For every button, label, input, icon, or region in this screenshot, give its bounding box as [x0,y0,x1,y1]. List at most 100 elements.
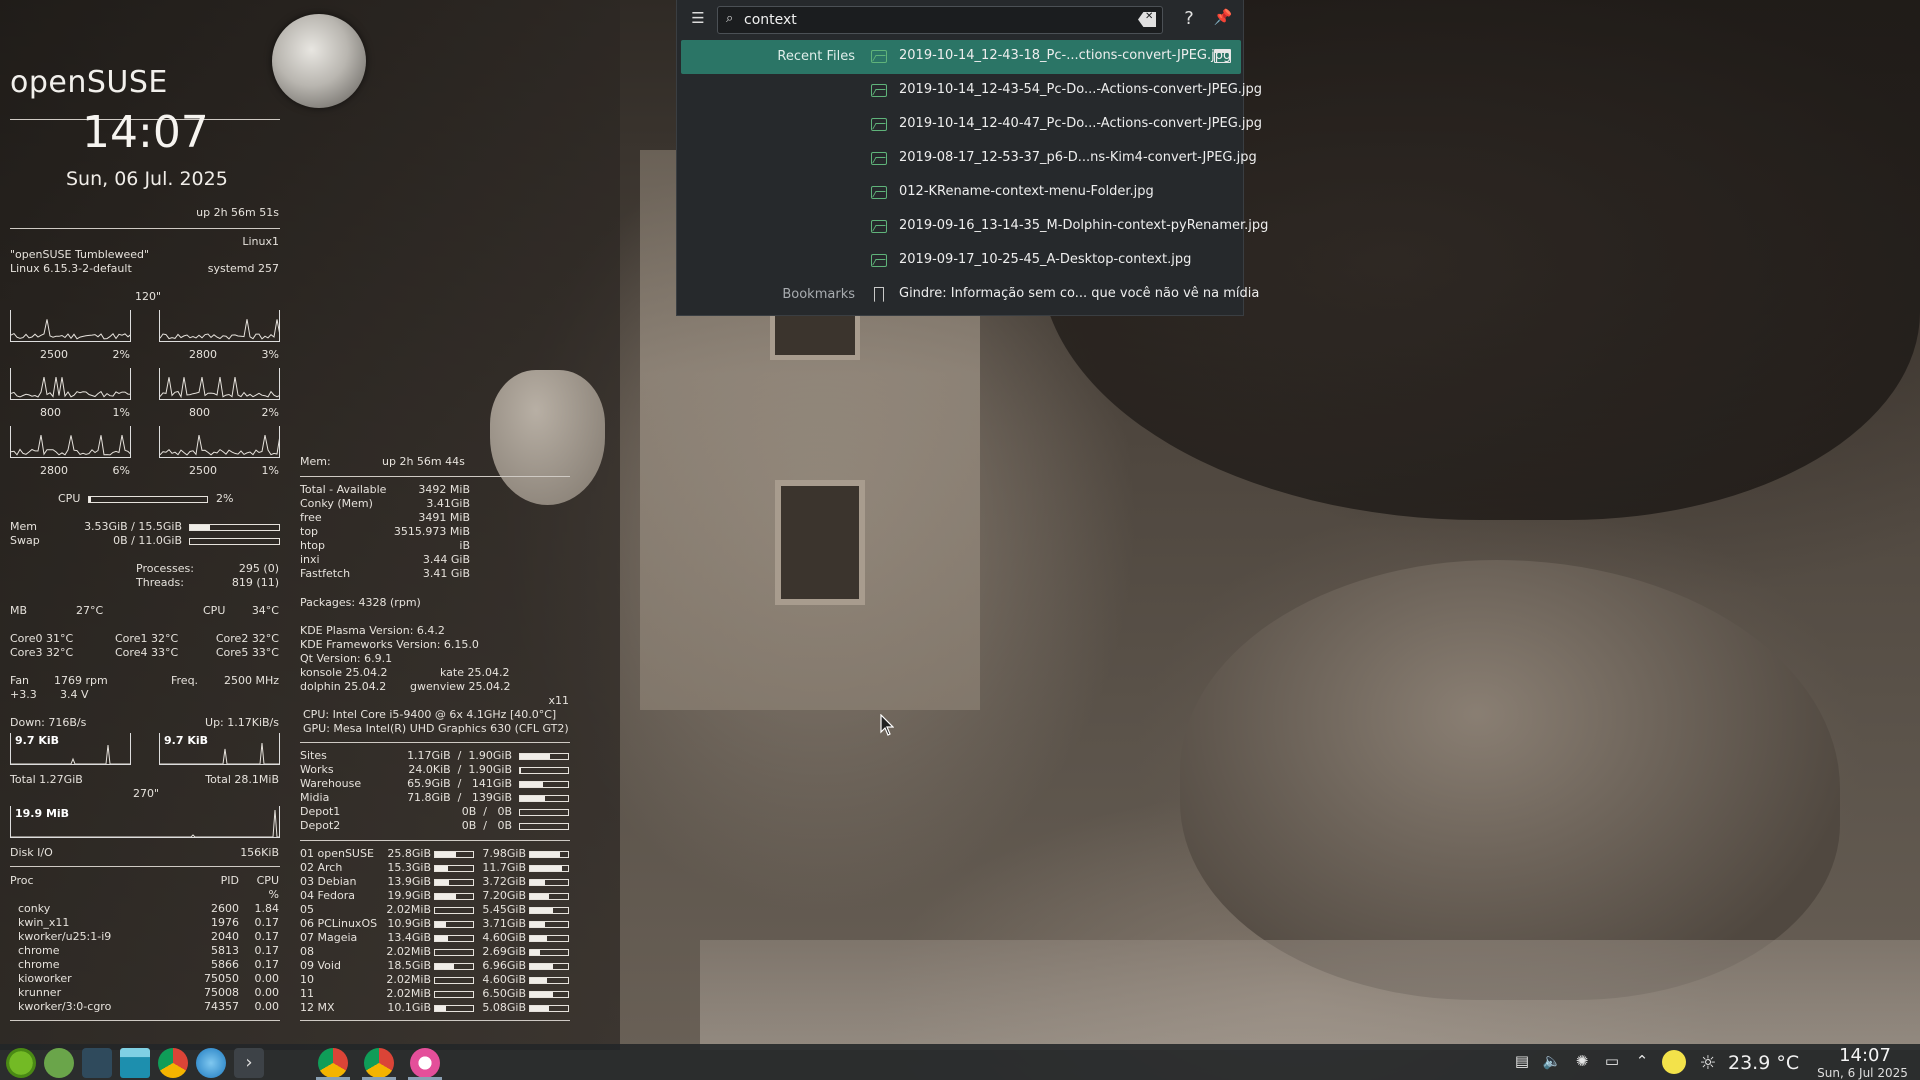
image-file-icon [871,220,887,233]
mount-name: Midia [300,791,330,804]
chrome-window-icon[interactable] [364,1048,394,1078]
mem-row-value: 3.41GiB [426,497,470,510]
partition-used-bar [434,1005,474,1012]
help-icon[interactable]: ? [1177,8,1201,32]
weather-temperature[interactable]: 23.9 °C [1728,1052,1799,1074]
partition-used-bar [434,963,474,970]
partition-free-bar [529,921,569,928]
search-input[interactable] [744,10,1124,30]
qt-version: Qt Version: 6.9.1 [300,652,393,665]
partition-free: 3.72GiB [482,875,526,888]
search-result-item[interactable]: 2019-10-14_12-43-54_Pc-Do...-Actions-con… [681,74,1262,108]
search-result-item[interactable]: 2019-10-14_12-40-47_Pc-Do...-Actions-con… [681,108,1262,142]
partition-name: 01 openSUSE [300,847,374,860]
partition-free-bar-fill [530,1006,549,1011]
partition-free-bar-fill [530,908,553,913]
mount-bar-fill [520,796,545,801]
terminal-icon[interactable]: › [234,1048,264,1078]
chrome-icon[interactable] [158,1048,188,1078]
mount-bar [519,781,569,788]
mount-usage: 0B / 0B [461,819,512,832]
clear-text-icon[interactable] [1138,12,1156,27]
search-result-item[interactable]: Bookmarks Gindre: Informação sem co... qu… [681,278,1259,312]
cpu-info: CPU: Intel Core i5-9400 @ 6x 4.1GHz [40.… [303,708,557,721]
result-category: Recent Files [777,49,855,64]
mount-bar [519,795,569,802]
settings-sliders-icon[interactable]: ☰ [687,9,709,31]
taskbar-clock-date[interactable]: Sun, 6 Jul 2025 [1805,1066,1920,1080]
mount-name: Depot1 [300,805,341,818]
result-category: Bookmarks [782,287,855,302]
partition-used-bar [434,949,474,956]
weather-sun-icon[interactable] [1662,1050,1686,1074]
search-result-item[interactable]: 2019-09-17_10-25-45_A-Desktop-context.jp… [681,244,1241,278]
wallpaper-window-lower [775,480,865,605]
partition-free-bar-fill [530,950,540,955]
partition-free-bar-fill [530,866,563,871]
conky-right-panel: Mem: up 2h 56m 44s Total - Available 3492… [0,0,580,1040]
result-text: 2019-09-17_10-25-45_A-Desktop-context.jp… [899,252,1192,267]
result-text: 2019-10-14_12-43-18_Pc-...ctions-convert… [899,48,1232,63]
partition-used-bar-fill [435,922,447,927]
network-icon[interactable]: ▭ [1602,1052,1622,1072]
pin-icon[interactable]: 📌 [1211,8,1235,32]
open-folder-icon[interactable] [1214,49,1231,63]
divider [300,476,570,477]
mem-header: Mem: [300,455,331,468]
home-folder-icon[interactable] [44,1048,74,1078]
search-result-item[interactable]: 012-KRename-context-menu-Folder.jpg [681,176,1241,210]
partition-used: 15.3GiB [387,861,431,874]
partition-free-bar [529,977,569,984]
partition-used: 2.02MiB [386,945,431,958]
partition-used-bar-fill [435,1006,447,1011]
mem-row-value: 3492 MiB [418,483,470,496]
search-result-item[interactable]: 2019-08-17_12-53-37_p6-D...ns-Kim4-conve… [681,142,1257,176]
partition-name: 10 [300,973,314,986]
partition-used-bar [434,921,474,928]
system-settings-icon[interactable] [82,1048,112,1078]
taskbar-clock-time[interactable]: 14:07 [1810,1045,1920,1066]
display-server: x11 [548,694,569,707]
browser-icon[interactable] [196,1048,226,1078]
mem-row-value: iB [459,539,470,552]
chevron-up-icon[interactable]: ⌃ [1632,1052,1652,1072]
divider [300,840,570,841]
wallpaper-water [700,940,1920,1050]
search-result-item[interactable]: 2019-09-16_13-14-35_M-Dolphin-context-py… [681,210,1268,244]
partition-used-bar-fill [435,964,454,969]
volume-icon[interactable]: 🔈 [1542,1052,1562,1072]
partition-free-bar [529,879,569,886]
clipboard-icon[interactable]: ▤ [1512,1052,1532,1072]
night-color-icon[interactable]: ☼ [1698,1052,1718,1074]
application-launcher-icon[interactable] [6,1048,36,1078]
partition-free-bar-fill [530,852,561,857]
mount-bar [519,767,569,774]
mount-bar [519,823,569,830]
mem-row-name: top [300,525,319,538]
partition-name: 12 MX [300,1001,335,1014]
partition-name: 05 [300,903,314,916]
partition-free-bar-fill [530,964,553,969]
result-text: 2019-10-14_12-43-54_Pc-Do...-Actions-con… [899,82,1263,97]
partition-free-bar [529,893,569,900]
brightness-icon[interactable]: ✺ [1572,1052,1592,1072]
mem-row-value: 3515.973 MiB [393,525,470,538]
file-manager-icon[interactable] [120,1048,150,1078]
partition-name: 06 PCLinuxOS [300,917,378,930]
partition-free-bar [529,865,569,872]
chrome-window-icon[interactable] [318,1048,348,1078]
partition-used-bar [434,991,474,998]
search-result-item[interactable]: Recent Files 2019-10-14_12-43-18_Pc-...ct… [681,40,1241,74]
mount-bar [519,809,569,816]
partition-used: 13.9GiB [387,875,431,888]
konsole-version: konsole 25.04.2 [300,666,388,679]
partition-used-bar [434,907,474,914]
mount-usage: 24.0KiB / 1.90GiB [408,763,512,776]
partition-free-bar [529,851,569,858]
image-file-icon [871,118,887,131]
divider [300,742,570,743]
partition-free-bar [529,935,569,942]
result-text: 2019-09-16_13-14-35_M-Dolphin-context-py… [899,218,1269,233]
app-window-icon[interactable] [410,1048,440,1078]
partition-used-bar-fill [435,866,449,871]
